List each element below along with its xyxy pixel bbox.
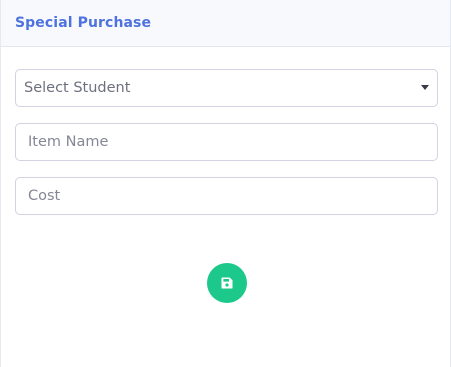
floppy-disk-icon (221, 277, 233, 289)
chevron-down-icon (421, 85, 429, 90)
card-body: Select Student (1, 47, 450, 303)
student-select-value[interactable]: Select Student (15, 69, 438, 107)
card-header: Special Purchase (1, 0, 450, 47)
special-purchase-card: Special Purchase Select Student (0, 0, 451, 367)
save-button[interactable] (207, 263, 247, 303)
student-select[interactable]: Select Student (15, 69, 438, 107)
item-name-input[interactable] (15, 123, 438, 161)
page-title: Special Purchase (15, 15, 152, 31)
actions-row (15, 231, 437, 303)
cost-input[interactable] (15, 177, 438, 215)
